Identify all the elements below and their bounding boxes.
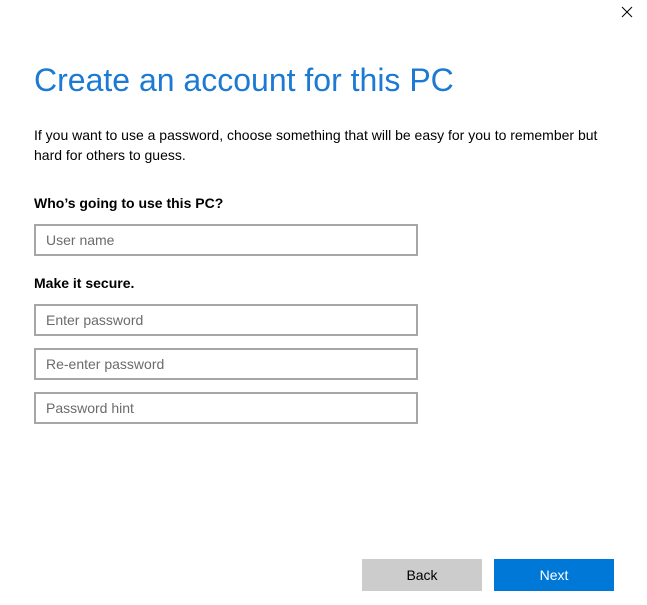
next-button[interactable]: Next [494, 559, 614, 591]
secure-section-label: Make it secure. [34, 275, 135, 291]
page-description: If you want to use a password, choose so… [34, 127, 598, 163]
password-input[interactable] [34, 304, 418, 336]
password-hint-input[interactable] [34, 392, 418, 424]
close-icon [621, 6, 633, 18]
username-input[interactable] [34, 224, 418, 256]
reenter-password-input[interactable] [34, 348, 418, 380]
page-title: Create an account for this PC [34, 62, 454, 98]
close-button[interactable] [613, 2, 641, 22]
user-section-label: Who’s going to use this PC? [34, 195, 224, 211]
back-button[interactable]: Back [362, 559, 482, 591]
